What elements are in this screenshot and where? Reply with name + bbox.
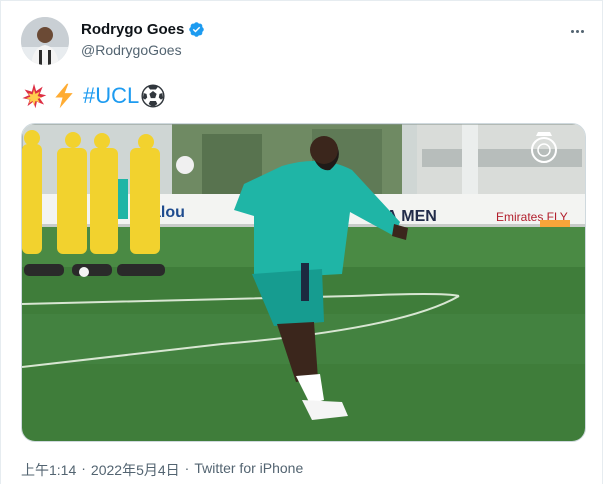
author-display-name[interactable]: Rodrygo Goes [81, 21, 184, 38]
video-frame: alou FA MEN Emirates FLY [22, 124, 585, 441]
hashtag-link[interactable]: #UCL [83, 83, 139, 109]
tweet-meta: 上午1:14 · 2022年5月4日 · Twitter for iPhone [21, 460, 303, 480]
author-name-row[interactable]: Rodrygo Goes [81, 21, 205, 38]
avatar-image [21, 17, 69, 65]
tweet-date[interactable]: 2022年5月4日 [91, 460, 180, 480]
tweet-text: #UCL [21, 81, 170, 111]
verified-badge-icon [189, 22, 205, 37]
video-media[interactable]: alou FA MEN Emirates FLY [21, 123, 586, 442]
tweet-source[interactable]: Twitter for iPhone [194, 460, 303, 480]
soccer-ball-emoji-icon [141, 84, 165, 108]
avatar[interactable] [21, 17, 69, 65]
high-voltage-emoji-icon [55, 83, 73, 109]
meta-separator: · [184, 460, 190, 476]
more-horizontal-icon[interactable] [564, 21, 590, 41]
author-handle[interactable]: @RodrygoGoes [81, 42, 182, 58]
collision-emoji-icon [22, 83, 47, 109]
tweet-card[interactable]: Rodrygo Goes @RodrygoGoes #UCL alou FA M… [0, 0, 603, 484]
meta-separator: · [81, 460, 86, 476]
tweet-time[interactable]: 上午1:14 [21, 460, 76, 480]
